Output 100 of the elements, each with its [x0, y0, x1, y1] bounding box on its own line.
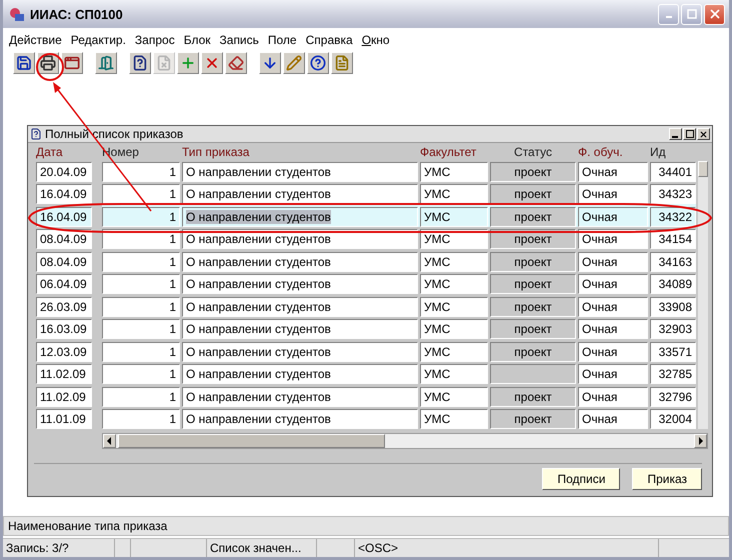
- id-cell[interactable]: 34089: [650, 274, 696, 294]
- status-cell[interactable]: проект: [490, 386, 576, 406]
- date-cell[interactable]: 11.02.09: [36, 364, 92, 384]
- vertical-scrollbar[interactable]: [698, 161, 708, 429]
- faculty-cell[interactable]: УМС: [420, 252, 488, 272]
- id-cell[interactable]: 32796: [650, 386, 696, 406]
- faculty-cell[interactable]: УМС: [420, 229, 488, 249]
- study-form-cell[interactable]: Очная: [578, 229, 648, 249]
- order-type-cell[interactable]: О направлении студентов: [182, 296, 418, 316]
- order-type-cell[interactable]: О направлении студентов: [182, 274, 418, 294]
- number-cell[interactable]: 1: [102, 409, 180, 429]
- horizontal-scrollbar[interactable]: [102, 433, 708, 449]
- order-type-cell[interactable]: О направлении студентов: [182, 184, 418, 204]
- study-form-cell[interactable]: Очная: [578, 386, 648, 406]
- study-form-cell[interactable]: Очная: [578, 184, 648, 204]
- id-cell[interactable]: 34163: [650, 252, 696, 272]
- toolbar-button[interactable]: [129, 52, 151, 74]
- status-cell[interactable]: проект: [490, 342, 576, 362]
- order-type-cell[interactable]: О направлении студентов: [182, 386, 418, 406]
- form-button[interactable]: Приказ: [632, 468, 702, 490]
- toolbar-button[interactable]: [61, 52, 83, 74]
- status-cell[interactable]: проект: [490, 184, 576, 204]
- menu-item[interactable]: Поле: [268, 33, 297, 47]
- status-cell[interactable]: проект: [490, 206, 576, 226]
- number-cell[interactable]: 1: [102, 274, 180, 294]
- date-cell[interactable]: 26.03.09: [36, 296, 92, 316]
- number-cell[interactable]: 1: [102, 184, 180, 204]
- order-type-cell[interactable]: О направлении студентов: [182, 162, 418, 182]
- menu-item[interactable]: Блок: [184, 33, 211, 47]
- date-cell[interactable]: 16.04.09: [36, 184, 92, 204]
- number-cell[interactable]: 1: [102, 296, 180, 316]
- faculty-cell[interactable]: УМС: [420, 274, 488, 294]
- faculty-cell[interactable]: УМС: [420, 184, 488, 204]
- toolbar-button[interactable]: [259, 52, 281, 74]
- faculty-cell[interactable]: УМС: [420, 364, 488, 384]
- id-cell[interactable]: 34322: [650, 206, 696, 226]
- status-cell[interactable]: проект: [490, 409, 576, 429]
- number-cell[interactable]: 1: [102, 162, 180, 182]
- number-cell[interactable]: 1: [102, 386, 180, 406]
- study-form-cell[interactable]: Очная: [578, 296, 648, 316]
- order-type-cell[interactable]: О направлении студентов: [182, 206, 418, 226]
- order-type-cell[interactable]: О направлении студентов: [182, 319, 418, 339]
- toolbar-button[interactable]: [225, 52, 247, 74]
- status-cell[interactable]: проект: [490, 252, 576, 272]
- minimize-button[interactable]: [669, 128, 682, 140]
- id-cell[interactable]: 32903: [650, 319, 696, 339]
- toolbar-button[interactable]: [201, 52, 223, 74]
- menu-item[interactable]: Окно: [362, 33, 390, 47]
- faculty-cell[interactable]: УМС: [420, 206, 488, 226]
- number-cell[interactable]: 1: [102, 206, 180, 226]
- menu-item[interactable]: Запись: [220, 33, 259, 47]
- status-cell[interactable]: проект: [490, 296, 576, 316]
- date-cell[interactable]: 11.01.09: [36, 409, 92, 429]
- scroll-left-button[interactable]: [103, 434, 116, 448]
- toolbar-button[interactable]: [307, 52, 329, 74]
- study-form-cell[interactable]: Очная: [578, 364, 648, 384]
- status-cell[interactable]: проект: [490, 319, 576, 339]
- id-cell[interactable]: 34401: [650, 162, 696, 182]
- order-type-cell[interactable]: О направлении студентов: [182, 342, 418, 362]
- id-cell[interactable]: 32785: [650, 364, 696, 384]
- date-cell[interactable]: 06.04.09: [36, 274, 92, 294]
- date-cell[interactable]: 11.02.09: [36, 386, 92, 406]
- order-type-cell[interactable]: О направлении студентов: [182, 252, 418, 272]
- toolbar-button[interactable]: [13, 52, 35, 74]
- scroll-right-button[interactable]: [694, 434, 707, 448]
- order-type-cell[interactable]: О направлении студентов: [182, 229, 418, 249]
- faculty-cell[interactable]: УМС: [420, 319, 488, 339]
- order-type-cell[interactable]: О направлении студентов: [182, 409, 418, 429]
- scroll-thumb[interactable]: [118, 434, 385, 448]
- number-cell[interactable]: 1: [102, 342, 180, 362]
- number-cell[interactable]: 1: [102, 229, 180, 249]
- study-form-cell[interactable]: Очная: [578, 319, 648, 339]
- date-cell[interactable]: 08.04.09: [36, 252, 92, 272]
- date-cell[interactable]: 12.03.09: [36, 342, 92, 362]
- faculty-cell[interactable]: УМС: [420, 296, 488, 316]
- number-cell[interactable]: 1: [102, 252, 180, 272]
- menu-item[interactable]: Действие: [9, 33, 62, 47]
- study-form-cell[interactable]: Очная: [578, 252, 648, 272]
- date-cell[interactable]: 20.04.09: [36, 162, 92, 182]
- number-cell[interactable]: 1: [102, 364, 180, 384]
- id-cell[interactable]: 33908: [650, 296, 696, 316]
- date-cell[interactable]: 08.04.09: [36, 229, 92, 249]
- menu-item[interactable]: Справка: [306, 33, 353, 47]
- faculty-cell[interactable]: УМС: [420, 386, 488, 406]
- status-cell[interactable]: проект: [490, 229, 576, 249]
- order-type-cell[interactable]: О направлении студентов: [182, 364, 418, 384]
- menu-item[interactable]: Редактир.: [70, 33, 126, 47]
- faculty-cell[interactable]: УМС: [420, 162, 488, 182]
- maximize-button[interactable]: [683, 128, 696, 140]
- id-cell[interactable]: 34323: [650, 184, 696, 204]
- scroll-thumb[interactable]: [698, 161, 708, 177]
- status-cell[interactable]: проект: [490, 162, 576, 182]
- close-button[interactable]: [697, 128, 710, 140]
- study-form-cell[interactable]: Очная: [578, 274, 648, 294]
- study-form-cell[interactable]: Очная: [578, 409, 648, 429]
- status-cell[interactable]: проект: [490, 274, 576, 294]
- number-cell[interactable]: 1: [102, 319, 180, 339]
- status-cell[interactable]: [490, 364, 576, 384]
- faculty-cell[interactable]: УМС: [420, 342, 488, 362]
- date-cell[interactable]: 16.04.09: [36, 206, 92, 226]
